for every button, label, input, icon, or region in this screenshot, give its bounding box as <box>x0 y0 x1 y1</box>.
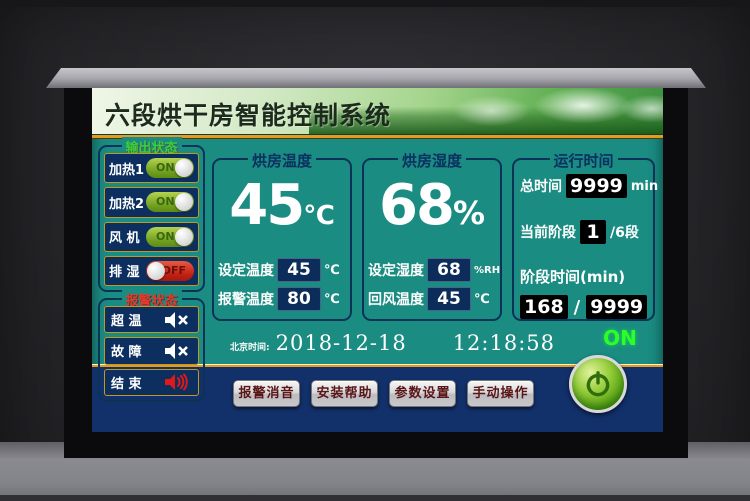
output-row-dehumidify: 排 湿 OFF <box>104 256 199 286</box>
toggle-state-label: ON <box>156 195 175 209</box>
output-row-label: 排 湿 <box>109 261 140 280</box>
install-help-button[interactable]: 安装帮助 <box>311 380 378 407</box>
output-row-heater2: 加热2 ON <box>104 187 199 217</box>
set-humidity-value[interactable]: 68 <box>427 258 471 282</box>
current-temperature: 45℃ <box>214 178 350 234</box>
temperature-unit: ℃ <box>303 201 334 231</box>
toggle-knob <box>147 262 165 280</box>
humidity-value: 68 <box>379 173 453 238</box>
runtime-panel: 运行时间 总时间 9999 min 当前阶段 1 /6段 阶段时间(min) 1… <box>512 158 655 321</box>
heater1-toggle[interactable]: ON <box>146 158 194 178</box>
temperature-value: 45 <box>229 173 303 238</box>
return-air-temp-value[interactable]: 45 <box>427 287 471 311</box>
stage-time-label: 阶段时间(min) <box>520 266 625 287</box>
temperature-settings: 设定温度 45 ℃ 报警温度 80 ℃ <box>218 258 348 311</box>
output-row-heater1: 加热1 ON <box>104 153 199 183</box>
toggle-knob <box>175 193 193 211</box>
title-bar: 六段烘干房智能控制系统 <box>92 88 663 134</box>
set-humidity-unit: %RH <box>474 265 500 276</box>
set-temperature-unit: ℃ <box>324 263 340 278</box>
bezel-top-highlight <box>46 68 706 88</box>
current-humidity: 68% <box>364 178 500 234</box>
stage-time-label-row: 阶段时间(min) <box>520 266 647 287</box>
alarm-status-rows: 超 温 故 障 结 束 <box>104 306 199 396</box>
runtime-content: 总时间 9999 min 当前阶段 1 /6段 阶段时间(min) 168 / … <box>520 170 647 313</box>
stage-time-separator: / <box>574 297 581 318</box>
output-row-label: 风 机 <box>109 227 140 246</box>
output-status-panel: 输出状态 加热1 ON 加热2 ON 风 机 <box>98 145 205 292</box>
button-row: 报警消音 安装帮助 参数设置 手动操作 <box>233 380 534 407</box>
runtime-panel-title: 运行时间 <box>549 150 617 171</box>
total-time-unit: min <box>631 179 658 194</box>
power-icon <box>582 368 614 400</box>
stage-total-value: 9999 <box>586 295 647 319</box>
set-temperature-value[interactable]: 45 <box>277 258 321 282</box>
humidity-settings: 设定湿度 68 %RH 回风温度 45 ℃ <box>368 258 498 311</box>
fan-toggle[interactable]: ON <box>146 227 194 247</box>
power-state-label: ON <box>589 326 651 350</box>
case-bottom-edge <box>0 495 750 501</box>
alarm-row-fault: 故 障 <box>104 337 199 364</box>
alarm-temperature-row: 报警温度 80 ℃ <box>218 287 348 311</box>
toggle-knob <box>175 228 193 246</box>
humidity-unit: % <box>453 194 485 232</box>
return-air-temp-row: 回风温度 45 ℃ <box>368 287 498 311</box>
alarm-status-panel: 报警状态 超 温 故 障 <box>98 298 205 402</box>
output-row-label: 加热2 <box>109 193 144 212</box>
output-status-rows: 加热1 ON 加热2 ON 风 机 ON <box>104 153 199 286</box>
output-row-fan: 风 机 ON <box>104 222 199 252</box>
power-button[interactable] <box>569 355 627 413</box>
temperature-panel-title: 烘房温度 <box>248 150 316 171</box>
alarm-temperature-value[interactable]: 80 <box>277 287 321 311</box>
toggle-state-label: ON <box>156 230 175 244</box>
total-time-row: 总时间 9999 min <box>520 174 647 198</box>
parameter-settings-button[interactable]: 参数设置 <box>389 380 456 407</box>
heater2-toggle[interactable]: ON <box>146 192 194 212</box>
clock-display: 北京时间: 2018-12-18 12:18:58 <box>230 331 555 355</box>
clock-label: 北京时间: <box>230 340 270 353</box>
current-stage-suffix: /6段 <box>610 222 639 242</box>
toggle-knob <box>175 159 193 177</box>
alarm-temperature-label: 报警温度 <box>218 289 274 309</box>
alarm-temperature-unit: ℃ <box>324 292 340 307</box>
alarm-row-label: 超 温 <box>111 310 142 329</box>
temperature-panel: 烘房温度 45℃ 设定温度 45 ℃ 报警温度 80 ℃ <box>212 158 352 321</box>
humidity-panel: 烘房湿度 68% 设定湿度 68 %RH 回风温度 45 ℃ <box>362 158 502 321</box>
alarm-row-label: 结 束 <box>111 373 142 392</box>
touchscreen: 六段烘干房智能控制系统 输出状态 加热1 ON 加热2 ON <box>92 88 663 432</box>
current-stage-value: 1 <box>580 220 606 244</box>
toggle-state-label: OFF <box>162 264 186 278</box>
return-air-temp-unit: ℃ <box>474 292 490 307</box>
alarm-row-finished: 结 束 <box>104 369 199 396</box>
speaker-muted-icon <box>164 342 190 360</box>
return-air-temp-label: 回风温度 <box>368 289 424 309</box>
speaker-muted-icon <box>164 311 190 329</box>
manual-operation-button[interactable]: 手动操作 <box>467 380 534 407</box>
set-temperature-row: 设定温度 45 ℃ <box>218 258 348 282</box>
output-row-label: 加热1 <box>109 159 144 178</box>
toggle-state-label: ON <box>156 161 175 175</box>
set-humidity-row: 设定湿度 68 %RH <box>368 258 498 282</box>
clock-date: 2018-12-18 <box>276 331 407 355</box>
page-title: 六段烘干房智能控制系统 <box>105 96 391 132</box>
total-time-label: 总时间 <box>520 176 562 196</box>
alarm-mute-button[interactable]: 报警消音 <box>233 380 300 407</box>
hmi-device-frame: 六段烘干房智能控制系统 输出状态 加热1 ON 加热2 ON <box>0 0 750 501</box>
set-temperature-label: 设定温度 <box>218 260 274 280</box>
alarm-row-overtemp: 超 温 <box>104 306 199 333</box>
alarm-row-label: 故 障 <box>111 341 142 360</box>
dehumidify-toggle[interactable]: OFF <box>146 261 194 281</box>
total-time-value: 9999 <box>566 174 627 198</box>
case-top-edge <box>0 0 750 7</box>
speaker-sound-icon <box>164 373 190 391</box>
stage-elapsed-value: 168 <box>520 295 568 319</box>
stage-time-values-row: 168 / 9999 <box>520 295 647 319</box>
current-stage-row: 当前阶段 1 /6段 <box>520 220 647 244</box>
clock-time: 12:18:58 <box>453 331 555 355</box>
set-humidity-label: 设定湿度 <box>368 260 424 280</box>
current-stage-label: 当前阶段 <box>520 222 576 242</box>
humidity-panel-title: 烘房湿度 <box>398 150 466 171</box>
